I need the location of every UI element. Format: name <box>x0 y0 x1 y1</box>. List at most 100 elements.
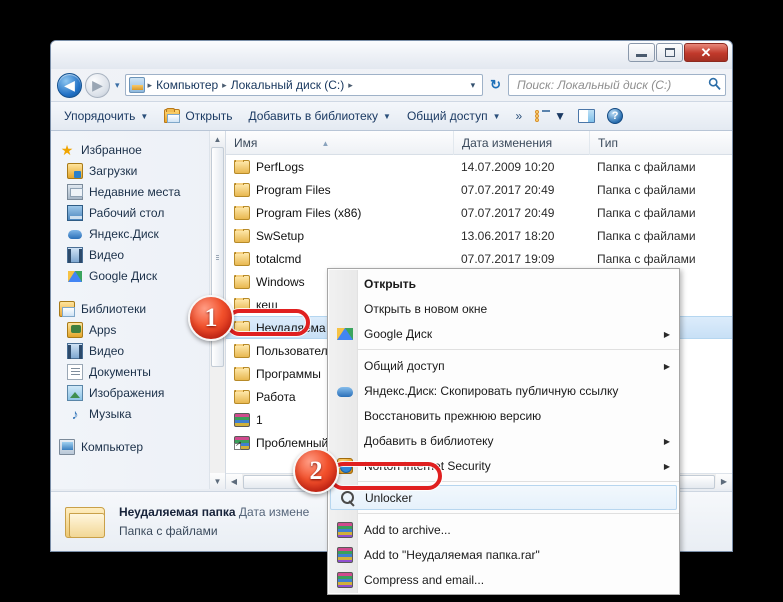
address-bar[interactable]: ▸ Компьютер ▸ Локальный диск (C:) ▸ ▾ <box>124 74 484 96</box>
table-row[interactable]: PerfLogs 14.07.2009 10:20 Папка с файлам… <box>226 155 732 178</box>
cell-type: Папка с файлами <box>597 182 696 197</box>
callout-badge-1: 1 <box>188 295 234 341</box>
column-header-type[interactable]: Тип <box>589 131 732 155</box>
organize-label: Упорядочить <box>64 109 136 123</box>
recent-places-icon <box>67 183 83 200</box>
scroll-up-icon[interactable]: ▲ <box>210 131 225 147</box>
menu-item-add-to-named-archive[interactable]: Add to "Неудаляемая папка.rar" <box>328 542 679 567</box>
column-label: Дата изменения <box>462 135 553 150</box>
callout-ring-unlocker <box>329 462 442 490</box>
close-button[interactable]: ✕ <box>684 43 728 62</box>
cell-name: totalcmd <box>226 251 453 266</box>
organize-button[interactable]: Упорядочить ▼ <box>57 105 155 127</box>
breadcrumb-separator[interactable]: ▸ <box>347 80 354 91</box>
maximize-button[interactable] <box>656 43 683 62</box>
table-row[interactable]: totalcmd 07.07.2017 19:09 Папка с файлам… <box>226 247 732 270</box>
sidebar-item-label: Яндекс.Диск <box>89 226 159 241</box>
table-row[interactable]: SwSetup 13.06.2017 18:20 Папка с файлами <box>226 224 732 247</box>
column-header-date[interactable]: Дата изменения <box>453 131 589 155</box>
help-icon: ? <box>607 108 624 124</box>
address-dropdown-icon[interactable]: ▾ <box>466 80 481 91</box>
sidebar-item-downloads[interactable]: Загрузки <box>51 160 225 181</box>
chevron-down-icon: ▾ <box>115 79 120 90</box>
menu-item-yandex-public-link[interactable]: Яндекс.Диск: Скопировать публичную ссылк… <box>328 378 679 403</box>
navigation-bar: ◀ ▶ ▾ ▸ Компьютер ▸ Локальный диск (C:) … <box>51 69 732 101</box>
menu-item-add-to-library[interactable]: Добавить в библиотеку ▶ <box>328 428 679 453</box>
menu-item-open[interactable]: Открыть <box>328 271 679 296</box>
breadcrumb-computer[interactable]: Компьютер <box>153 78 221 92</box>
scroll-left-icon[interactable]: ◀ <box>226 473 242 489</box>
minimize-icon <box>636 53 647 57</box>
menu-item-label: Add to "Неудаляемая папка.rar" <box>364 547 540 562</box>
menu-item-add-to-archive[interactable]: Add to archive... <box>328 517 679 542</box>
menu-item-open-new-window[interactable]: Открыть в новом окне <box>328 296 679 321</box>
table-row[interactable]: Program Files (x86) 07.07.2017 20:49 Пап… <box>226 201 732 224</box>
cell-date: 13.06.2017 18:20 <box>461 228 555 243</box>
sidebar-item-label: Apps <box>89 322 117 337</box>
cell-name: Program Files <box>226 182 453 197</box>
sort-ascending-icon: ▲ <box>321 138 330 148</box>
music-icon: ♪ <box>71 405 79 422</box>
sidebar-group-computer[interactable]: Компьютер <box>51 436 225 457</box>
details-name: Неудаляемая папка <box>119 504 236 519</box>
sidebar-item-google-drive[interactable]: Google Диск <box>51 265 225 286</box>
add-to-library-button[interactable]: Добавить в библиотеку ▼ <box>241 105 397 127</box>
menu-item-label: Добавить в библиотеку <box>364 433 494 448</box>
scroll-right-icon[interactable]: ▶ <box>716 473 732 489</box>
libraries-icon <box>59 300 75 317</box>
title-bar: ✕ <box>51 41 732 69</box>
scroll-down-icon[interactable]: ▼ <box>210 473 225 489</box>
breadcrumb-local-disk[interactable]: Локальный диск (C:) <box>228 78 348 92</box>
column-label: Тип <box>598 135 619 150</box>
sidebar-group-favorites[interactable]: ★ Избранное <box>51 139 225 160</box>
open-button[interactable]: Открыть <box>157 105 239 127</box>
cell-type: Папка с файлами <box>597 159 696 174</box>
share-button[interactable]: Общий доступ ▼ <box>400 105 508 127</box>
overflow-button[interactable]: » <box>509 109 528 123</box>
menu-separator <box>358 349 679 350</box>
folder-icon <box>234 343 250 358</box>
folder-icon <box>234 389 250 404</box>
sidebar-item-music[interactable]: ♪ Музыка <box>51 403 225 424</box>
column-header-name[interactable]: Имя ▲ <box>226 131 453 155</box>
preview-pane-button[interactable] <box>573 106 600 126</box>
help-button[interactable]: ? <box>602 105 628 127</box>
menu-item-compress-and-email[interactable]: Compress and email... <box>328 567 679 592</box>
sidebar-item-yandex-disk[interactable]: Яндекс.Диск <box>51 223 225 244</box>
details-text: Неудаляемая папка Дата измене Папка с фа… <box>119 503 309 541</box>
cell-type: Папка с файлами <box>597 205 696 220</box>
refresh-button[interactable]: ↻ <box>486 77 505 93</box>
back-button[interactable]: ◀ <box>57 72 82 98</box>
minimize-button[interactable] <box>628 43 655 62</box>
history-dropdown-button[interactable]: ▾ <box>113 80 122 91</box>
menu-item-restore-previous-version[interactable]: Восстановить прежнюю версию <box>328 403 679 428</box>
folder-icon-large <box>65 504 107 540</box>
menu-item-share[interactable]: Общий доступ ▶ <box>328 353 679 378</box>
table-row[interactable]: Program Files 07.07.2017 20:49 Папка с ф… <box>226 178 732 201</box>
callout-ring-folder <box>226 309 310 336</box>
menu-item-google-drive[interactable]: Google Диск ▶ <box>328 321 679 346</box>
overflow-icon: » <box>515 109 523 123</box>
sidebar-item-pictures[interactable]: Изображения <box>51 382 225 403</box>
cell-name: PerfLogs <box>226 159 453 174</box>
cell-date: 14.07.2009 10:20 <box>461 159 555 174</box>
change-view-button[interactable]: ▼ <box>530 106 571 126</box>
sidebar-item-documents[interactable]: Документы <box>51 361 225 382</box>
desktop-icon <box>67 204 83 221</box>
search-box[interactable]: Поиск: Локальный диск (C:) <box>508 74 726 96</box>
submenu-arrow-icon: ▶ <box>663 361 670 371</box>
rar-archive-icon <box>337 571 353 588</box>
search-icon[interactable] <box>708 77 721 93</box>
sidebar-item-desktop[interactable]: Рабочий стол <box>51 202 225 223</box>
add-to-library-label: Добавить в библиотеку <box>248 109 379 123</box>
shortcut-overlay-icon <box>234 440 241 450</box>
sidebar-item-video[interactable]: Видео <box>51 244 225 265</box>
forward-button[interactable]: ▶ <box>85 72 110 98</box>
submenu-arrow-icon: ▶ <box>663 329 670 339</box>
sidebar-item-video-library[interactable]: Видео <box>51 340 225 361</box>
menu-item-label: Восстановить прежнюю версию <box>364 408 542 423</box>
sidebar-item-recent-places[interactable]: Недавние места <box>51 181 225 202</box>
refresh-icon: ↻ <box>490 77 501 92</box>
pictures-icon <box>67 384 83 401</box>
